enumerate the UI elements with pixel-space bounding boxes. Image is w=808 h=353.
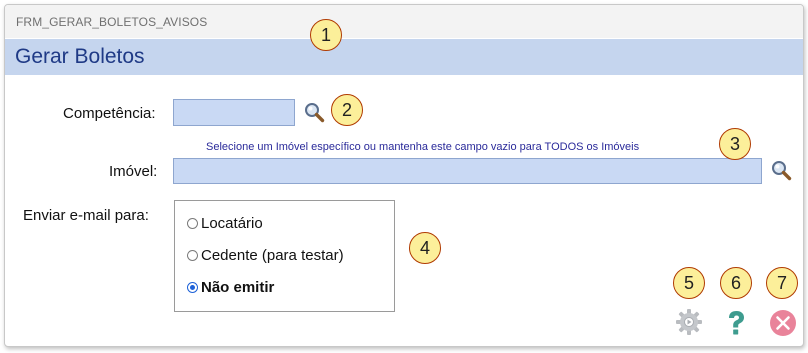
radio-option-nao-emitir[interactable]: Não emitir	[187, 277, 274, 297]
close-button[interactable]	[768, 308, 798, 338]
page-title: Gerar Boletos	[15, 45, 145, 68]
email-radio-group: Locatário Cedente (para testar) Não emit…	[174, 200, 395, 312]
radio-button-checked[interactable]	[187, 281, 198, 293]
imovel-search-icon[interactable]	[770, 159, 792, 181]
radio-button[interactable]	[187, 249, 198, 261]
radio-button[interactable]	[187, 217, 198, 229]
competencia-label: Competência:	[63, 105, 156, 122]
annotation-marker: 4	[409, 232, 441, 264]
help-button[interactable]	[721, 308, 751, 338]
radio-option-label: Cedente (para testar)	[201, 246, 344, 264]
competencia-input[interactable]	[173, 99, 295, 126]
annotation-marker: 2	[331, 94, 363, 126]
radio-option-cedente[interactable]: Cedente (para testar)	[187, 245, 344, 265]
imovel-input[interactable]	[173, 158, 762, 184]
radio-option-locatario[interactable]: Locatário	[187, 213, 263, 233]
annotation-marker: 3	[719, 128, 751, 160]
annotation-marker: 5	[673, 267, 705, 299]
imovel-hint: Selecione um Imóvel específico ou manten…	[206, 141, 640, 153]
gear-icon	[676, 309, 702, 335]
email-label: Enviar e-mail para:	[23, 207, 149, 224]
imovel-label: Imóvel:	[109, 163, 158, 180]
radio-option-label: Locatário	[201, 214, 263, 232]
close-icon	[770, 310, 796, 336]
title-bar: FRM_GERAR_BOLETOS_AVISOS	[5, 5, 803, 38]
execute-button[interactable]	[674, 307, 704, 337]
annotation-marker: 1	[310, 19, 342, 51]
page-header: Gerar Boletos	[5, 39, 803, 75]
annotation-marker: 6	[720, 267, 752, 299]
form-id-label: FRM_GERAR_BOLETOS_AVISOS	[16, 15, 208, 29]
radio-option-label: Não emitir	[201, 278, 275, 296]
form-window: FRM_GERAR_BOLETOS_AVISOS Gerar Boletos C…	[4, 4, 804, 347]
competencia-search-icon[interactable]	[303, 101, 325, 123]
question-icon	[729, 311, 744, 335]
annotation-marker: 7	[766, 267, 798, 299]
